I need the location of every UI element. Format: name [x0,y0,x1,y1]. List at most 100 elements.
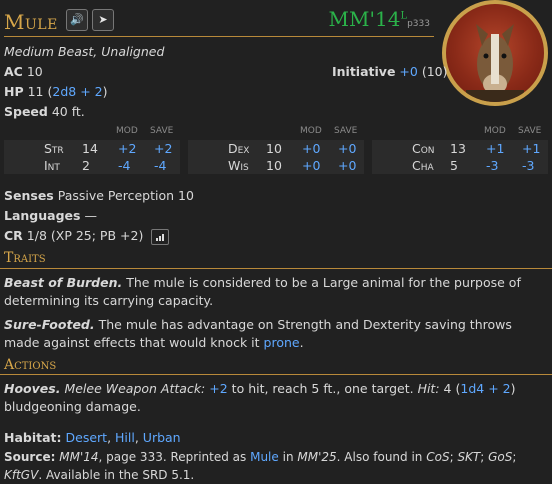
mule-portrait-icon [466,24,524,102]
cr-value: 1/8 (XP 25; PB +2) [26,228,144,243]
ability-score: 2 [82,158,90,173]
damage-value: 4 [443,381,452,396]
ability-save-roll[interactable]: +2 [154,140,172,157]
damage-type: bludgeoning damage. [4,399,141,414]
ability-save-roll[interactable]: -4 [154,157,166,174]
save-column-header: SAVE [518,126,542,136]
habitat-label: Habitat: [4,430,62,445]
ability-score: 10 [266,158,282,173]
ability-score: 14 [82,141,98,156]
challenge-rating: CR 1/8 (XP 25; PB +2) [4,228,170,245]
hit-points: HP 11 (2d8 + 2) [4,84,108,99]
initiative: Initiative +0 (10) [332,64,448,79]
statblock-header: Mule 🔊 ➤ MM'14Lp333 [4,4,434,37]
senses-label: Senses [4,188,54,203]
hp-value: 11 [27,84,44,99]
habitat-link[interactable]: Hill [115,430,135,445]
armor-class: AC 10 [4,64,43,79]
mod-column-header: MOD [484,126,506,136]
source-text: in [282,450,294,464]
ability-save-roll[interactable]: +0 [338,140,356,157]
creature-name: Mule [4,10,58,34]
source-label: Source: [4,450,56,464]
source-book: SKT [457,450,481,464]
source-book: MM'14 [59,450,99,464]
languages-value: — [84,208,97,223]
source-book: MM'25 [297,450,337,464]
source-abbr: MM'14 [328,7,401,31]
trait-beast-of-burden: Beast of Burden. The mule is considered … [4,274,544,310]
ability-score: 13 [450,141,466,156]
speaker-icon[interactable]: 🔊 [66,9,88,31]
ability-mod-roll[interactable]: -4 [118,157,130,174]
languages: Languages — [4,208,97,223]
creature-token-image[interactable] [442,0,548,106]
initiative-score: (10) [421,64,448,79]
ability-name: Con [412,141,435,156]
action-name: Hooves. [4,381,61,396]
ability-score: 10 [266,141,282,156]
source-page: p333 [407,19,430,29]
source-book: GoS [488,450,513,464]
ability-name: Int [44,158,60,173]
speed: Speed 40 ft. [4,104,85,119]
habitat: Habitat: Desert, Hill, Urban [4,430,181,445]
ability-save-roll[interactable]: +0 [338,157,356,174]
ability-mod-roll[interactable]: +2 [118,140,136,157]
habitat-link[interactable]: Urban [143,430,181,445]
save-column-header: SAVE [150,126,174,136]
speed-label: Speed [4,104,48,119]
trait-name: Beast of Burden. [4,275,123,290]
ability-score: 5 [450,158,458,173]
reprint-link[interactable]: Mule [250,450,279,464]
initiative-mod[interactable]: +0 [399,64,417,79]
languages-label: Languages [4,208,81,223]
source-footer: Source: MM'14, page 333. Reprinted as Mu… [4,450,517,482]
trait-name: Sure-Footed. [4,317,95,332]
attack-bonus-roll[interactable]: +2 [209,381,227,396]
ability-name: Dex [228,141,250,156]
initiative-label: Initiative [332,64,396,79]
send-icon[interactable]: ➤ [92,9,114,31]
ability-mod-roll[interactable]: -3 [486,157,498,174]
source-book: KftGV [4,468,39,482]
ability-mod-roll[interactable]: +1 [486,140,504,157]
source-text: . Available in the SRD 5.1. [38,468,195,482]
attack-type: Melee Weapon Attack: [64,381,206,396]
mod-column-header: MOD [116,126,138,136]
ability-save-roll[interactable]: -3 [522,157,534,174]
ability-name: Cha [412,158,434,173]
ability-mod-roll[interactable]: +0 [302,140,320,157]
mod-column-header: MOD [300,126,322,136]
actions-divider [0,374,552,375]
traits-divider [0,268,552,269]
hit-label: Hit: [417,381,440,396]
ac-value: 10 [26,64,43,79]
source-book: CoS [426,450,450,464]
save-column-header: SAVE [334,126,358,136]
ability-mod-roll[interactable]: +0 [302,157,320,174]
type-line: Medium Beast, Unaligned [4,44,165,59]
condition-link-prone[interactable]: prone [264,335,300,350]
senses: Senses Passive Perception 10 [4,188,194,203]
damage-roll[interactable]: 1d4 + 2 [460,381,510,396]
action-hooves: Hooves. Melee Weapon Attack: +2 to hit, … [4,381,516,414]
trait-sure-footed: Sure-Footed. The mule has advantage on S… [4,316,544,352]
speed-value: 40 ft. [51,104,85,119]
bar-chart-icon[interactable] [151,228,170,245]
ac-label: AC [4,64,23,79]
hp-formula[interactable]: 2d8 + 2 [52,84,102,99]
attack-details: to hit, reach 5 ft., one target. [231,381,414,396]
trait-text-end: . [299,335,304,350]
ability-save-roll[interactable]: +1 [522,140,540,157]
habitat-link[interactable]: Desert [66,430,108,445]
ability-name: Wis [228,158,249,173]
actions-heading: Actions [4,357,57,373]
traits-heading: Traits [4,250,46,266]
source-text: . Also found in [336,450,423,464]
senses-value: Passive Perception 10 [57,188,194,203]
ability-name: Str [44,141,64,156]
source-text: , page 333. Reprinted as [98,450,247,464]
source-badge[interactable]: MM'14Lp333 [329,7,430,31]
cr-label: CR [4,228,23,243]
